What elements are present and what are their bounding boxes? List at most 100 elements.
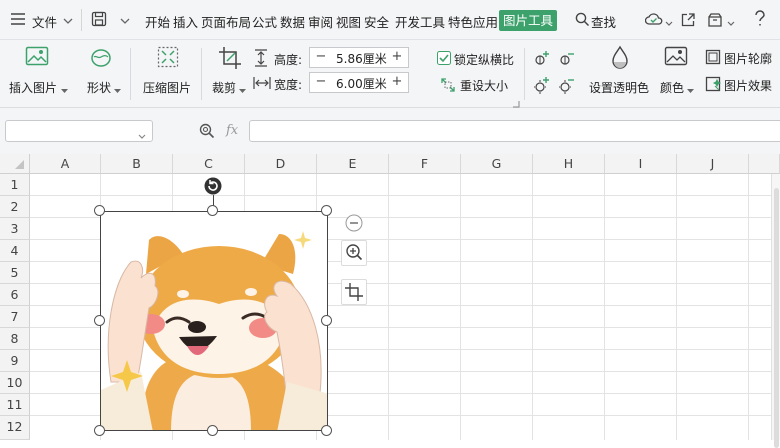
zoom-picture-button[interactable] [341,240,367,266]
tab-developer[interactable]: 开发工具 [395,12,445,31]
picture-outline-button[interactable]: 图片轮廓 [724,50,772,67]
reset-size-icon[interactable] [440,77,456,96]
resize-handle-top[interactable] [207,205,218,216]
brightness-increase-icon[interactable] [533,49,551,70]
column-header[interactable]: G [461,154,533,174]
column-header[interactable]: C [173,154,245,174]
row-header[interactable]: 3 [0,218,30,240]
share-icon[interactable] [680,12,696,31]
row-header[interactable]: 12 [0,416,30,440]
crop-icon[interactable] [218,46,242,73]
zoom-magnifier-icon[interactable] [199,123,215,142]
column-header[interactable]: J [677,154,749,174]
compress-picture-icon[interactable] [157,46,179,71]
chevron-down-icon[interactable] [138,129,146,143]
increase-button[interactable]: + [388,73,406,92]
picture-effect-button[interactable]: 图片效果 [724,77,772,94]
row-header[interactable]: 6 [0,284,30,306]
tab-data[interactable]: 数据 [280,12,305,31]
hamburger-menu-icon[interactable] [11,13,25,25]
formula-input[interactable] [249,120,780,142]
column-header[interactable]: I [605,154,677,174]
collapse-minus-icon[interactable] [345,214,363,235]
insert-picture-button[interactable]: 插入图片 [9,79,57,96]
selected-picture[interactable] [100,211,328,431]
row-header[interactable]: 2 [0,196,30,218]
reset-size-button[interactable]: 重设大小 [460,77,508,94]
column-header[interactable] [749,154,780,174]
chevron-down-icon[interactable] [687,83,694,97]
crop-button[interactable]: 裁剪 [212,79,236,96]
chevron-down-icon[interactable] [239,83,246,97]
column-header[interactable]: D [245,154,317,174]
name-box[interactable] [5,120,153,142]
column-header[interactable]: H [533,154,605,174]
help-icon[interactable] [753,10,767,31]
width-stepper[interactable]: − 6.00厘米 + [309,72,409,93]
set-transparent-color-button[interactable]: 设置透明色 [589,79,649,96]
tab-picture-tools[interactable]: 图片工具 [499,10,557,31]
brightness-decrease-icon[interactable] [558,49,576,70]
lock-aspect-ratio-checkbox[interactable]: 锁定纵横比 [454,51,514,68]
tab-security[interactable]: 安全 [364,12,389,31]
row-header[interactable]: 9 [0,350,30,372]
row-header[interactable]: 11 [0,394,30,416]
resize-handle-bottom[interactable] [207,425,218,436]
width-value[interactable]: 6.00厘米 [336,75,387,92]
column-header[interactable]: E [317,154,389,174]
resize-handle-left[interactable] [94,315,105,326]
picture-outline-icon[interactable] [705,49,721,68]
cloud-sync-icon[interactable] [644,12,663,29]
save-icon[interactable] [91,11,107,30]
search-icon[interactable] [575,12,590,30]
file-menu[interactable]: 文件 [32,12,57,31]
shape-button[interactable]: 形状 [87,79,111,96]
contrast-increase-icon[interactable] [533,76,551,97]
search-label[interactable]: 查找 [591,12,616,31]
box-icon[interactable] [707,12,723,31]
row-header[interactable]: 7 [0,306,30,328]
tab-special-apps[interactable]: 特色应用 [448,12,498,31]
resize-handle-bottom-right[interactable] [321,425,332,436]
row-header[interactable]: 1 [0,174,30,196]
picture-effect-icon[interactable] [705,76,722,95]
chevron-down-icon[interactable] [665,16,673,30]
column-header[interactable]: A [30,154,101,174]
height-stepper[interactable]: − 5.86厘米 + [309,47,409,68]
color-button[interactable]: 颜色 [660,79,684,96]
chevron-down-icon[interactable] [114,83,121,97]
increase-button[interactable]: + [388,48,406,67]
resize-handle-bottom-left[interactable] [94,425,105,436]
compress-picture-button[interactable]: 压缩图片 [143,79,191,96]
row-header[interactable]: 10 [0,372,30,394]
fx-label[interactable]: fx [226,123,238,138]
decrease-button[interactable]: − [312,48,330,67]
tab-insert[interactable]: 插入 [173,12,198,31]
decrease-button[interactable]: − [312,73,330,92]
scrollbar-thumb[interactable] [774,188,779,448]
chevron-down-icon[interactable] [61,83,68,97]
height-value[interactable]: 5.86厘米 [336,50,387,67]
row-header[interactable]: 5 [0,262,30,284]
chevron-down-icon[interactable] [727,16,735,30]
tab-page-layout[interactable]: 页面布局 [201,12,251,31]
tab-review[interactable]: 审阅 [308,12,333,31]
resize-handle-top-right[interactable] [321,205,332,216]
resize-handle-top-left[interactable] [94,205,105,216]
resize-handle-right[interactable] [321,315,332,326]
row-header[interactable]: 4 [0,240,30,262]
chevron-down-icon[interactable] [63,15,73,29]
tab-formulas[interactable]: 公式 [252,12,277,31]
picture-icon[interactable] [25,46,49,71]
transparency-drop-icon[interactable] [609,45,631,74]
quick-access-dropdown-icon[interactable] [120,15,130,29]
color-picture-icon[interactable] [664,46,688,71]
vertical-scrollbar[interactable] [771,174,780,448]
tab-home[interactable]: 开始 [145,12,170,31]
contrast-decrease-icon[interactable] [558,76,576,97]
select-all-corner[interactable] [0,154,30,174]
tab-view[interactable]: 视图 [336,12,361,31]
crop-picture-button[interactable] [341,279,367,305]
checkbox-checked-icon[interactable] [437,51,451,68]
column-header[interactable]: B [101,154,173,174]
